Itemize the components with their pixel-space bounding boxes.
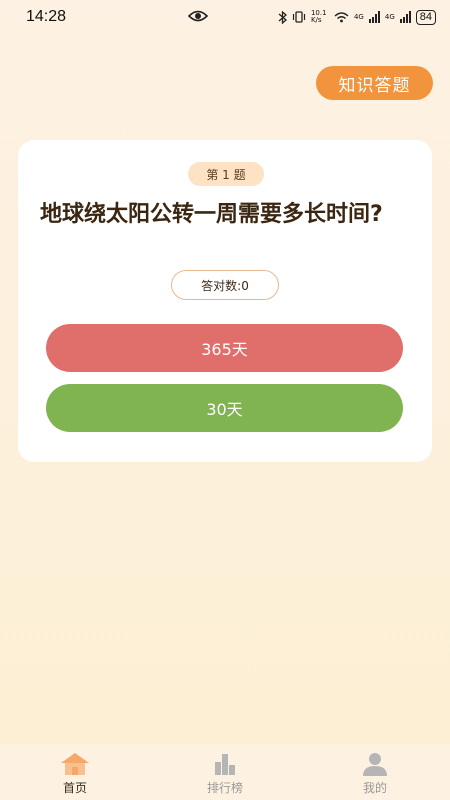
signal-label-2: 4G (384, 13, 395, 21)
user-icon (363, 753, 387, 776)
wifi-icon (334, 11, 349, 22)
bluetooth-icon (278, 10, 287, 24)
nav-label-mine: 我的 (362, 781, 387, 795)
status-icons: 10.1 K/s 4G 4G 84 (278, 9, 436, 25)
nav-item-ranking[interactable]: 排行榜 (175, 752, 275, 796)
signal-icon-2 (399, 11, 411, 23)
nav-label-ranking: 排行榜 (206, 781, 243, 795)
bar-chart-icon (215, 754, 235, 775)
eye-icon (188, 10, 208, 22)
status-bar: 14:28 10.1 K/s 4G 4G 84 (0, 0, 450, 34)
question-card: 第 1 题 地球绕太阳公转一周需要多长时间? 答对数:0 365天 30天 (18, 140, 432, 462)
nav-item-home[interactable]: 首页 (25, 752, 125, 796)
knowledge-quiz-button[interactable]: 知识答题 (316, 66, 433, 100)
status-time: 14:28 (26, 8, 67, 25)
signal-label-1: 4G (353, 13, 364, 21)
home-icon (61, 753, 89, 775)
vibrate-icon (292, 11, 306, 23)
question-number-badge: 第 1 题 (188, 162, 264, 186)
nav-item-mine[interactable]: 我的 (325, 752, 425, 796)
nav-label-home: 首页 (62, 781, 87, 795)
bottom-nav: 首页 排行榜 我的 (0, 744, 450, 800)
signal-icon (368, 11, 380, 23)
net-speed: 10.1 K/s (310, 9, 327, 24)
battery-icon: 84 (415, 9, 436, 25)
question-text: 地球绕太阳公转一周需要多长时间? (40, 202, 383, 227)
correct-count-badge: 答对数:0 (171, 270, 279, 300)
answer-option-1[interactable]: 365天 (46, 324, 403, 372)
answer-option-2[interactable]: 30天 (46, 384, 403, 432)
